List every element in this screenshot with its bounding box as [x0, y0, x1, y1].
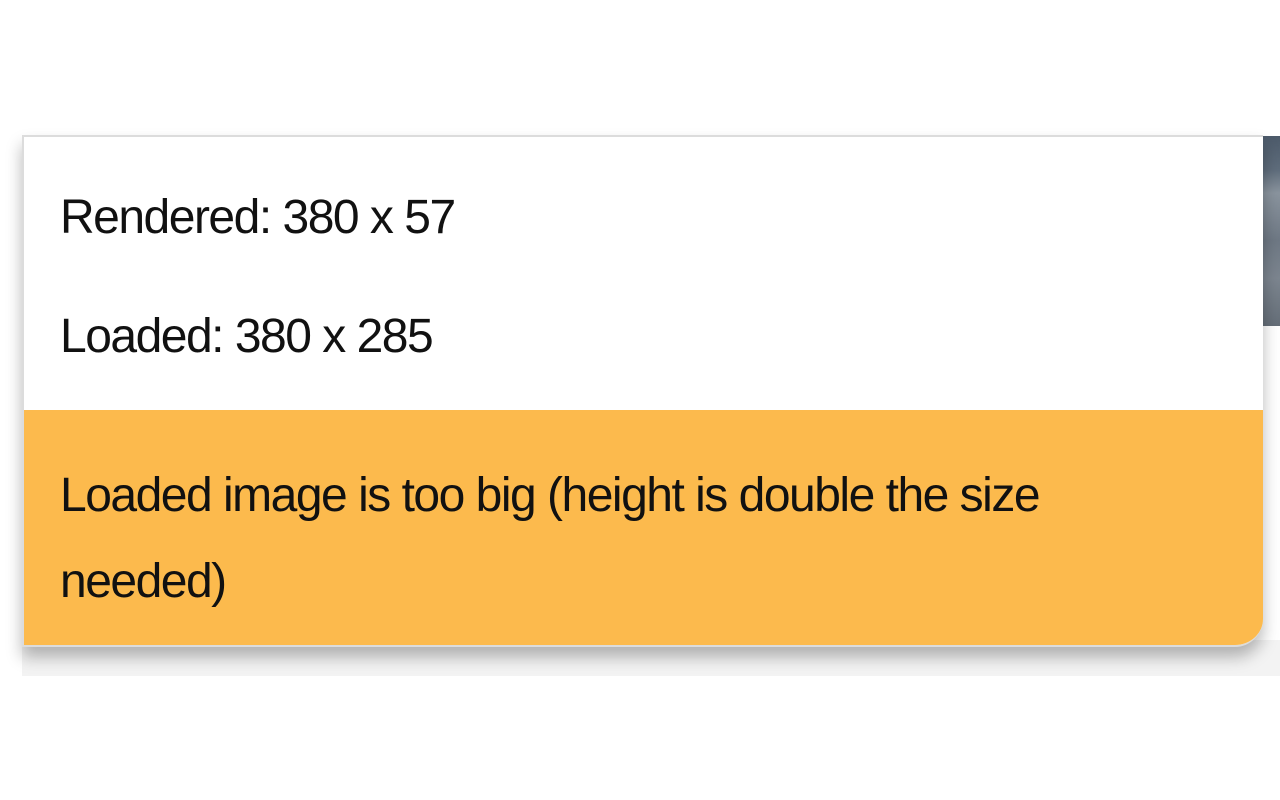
rendered-size-label: Rendered: [60, 191, 283, 244]
rendered-size-value: 380 x 57 [282, 191, 457, 244]
loaded-size-label: Loaded: [60, 310, 235, 363]
page: Rendered: 380 x 57 Loaded: 380 x 285 Loa… [0, 0, 1280, 800]
rendered-size-row: Rendered: 380 x 57 [60, 190, 457, 245]
background-image [1262, 136, 1280, 326]
warning-panel: Loaded image is too big (height is doubl… [24, 410, 1263, 645]
loaded-size-row: Loaded: 380 x 285 [60, 309, 434, 364]
loaded-size-value: 380 x 285 [234, 310, 434, 363]
image-size-tooltip: Rendered: 380 x 57 Loaded: 380 x 285 Loa… [22, 135, 1263, 647]
warning-message: Loaded image is too big (height is doubl… [60, 469, 1041, 608]
